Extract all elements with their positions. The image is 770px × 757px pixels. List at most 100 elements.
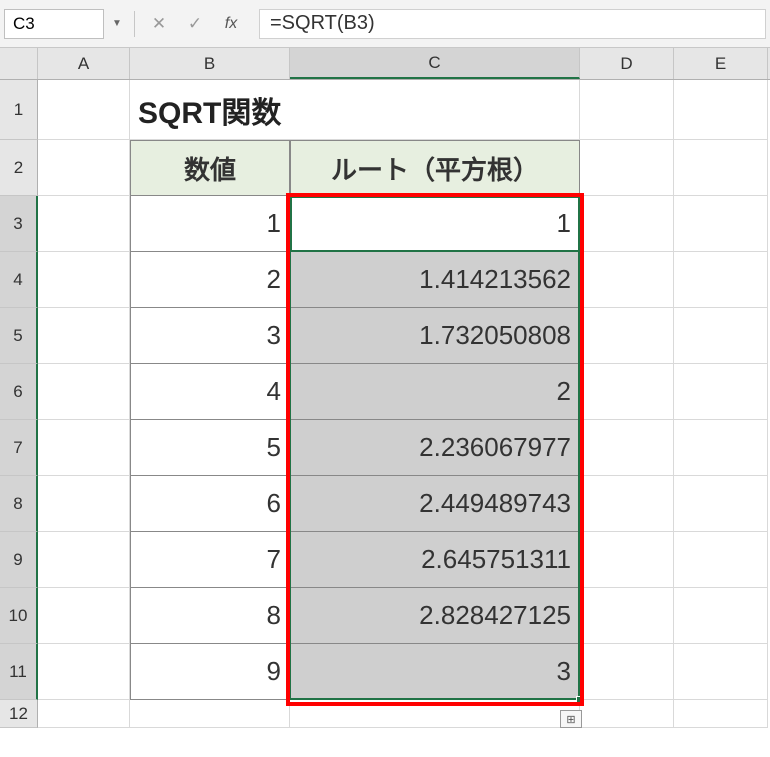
cell-b6[interactable]: 4: [130, 364, 290, 420]
cell-b12[interactable]: [130, 700, 290, 728]
confirm-icon: ✓: [179, 10, 211, 38]
row-header[interactable]: 1: [0, 80, 38, 140]
row-header[interactable]: 3: [0, 196, 38, 252]
cell-a11[interactable]: [38, 644, 130, 700]
cell-c7[interactable]: 2.236067977: [290, 420, 580, 476]
cell-c10[interactable]: 2.828427125: [290, 588, 580, 644]
col-header-d[interactable]: D: [580, 48, 674, 79]
row-header[interactable]: 12: [0, 700, 38, 728]
row-6: 6 4 2: [0, 364, 770, 420]
row-1: 1 SQRT関数: [0, 80, 770, 140]
cell-c8[interactable]: 2.449489743: [290, 476, 580, 532]
cell-a3[interactable]: [38, 196, 130, 252]
cell-a2[interactable]: [38, 140, 130, 196]
cell-e4[interactable]: [674, 252, 768, 308]
cell-a9[interactable]: [38, 532, 130, 588]
row-5: 5 3 1.732050808: [0, 308, 770, 364]
cancel-icon: ✕: [143, 10, 175, 38]
cell-c6[interactable]: 2: [290, 364, 580, 420]
cell-b2[interactable]: 数値: [130, 140, 290, 196]
cell-d7[interactable]: [580, 420, 674, 476]
row-header[interactable]: 7: [0, 420, 38, 476]
cell-e1[interactable]: [674, 80, 768, 140]
row-header[interactable]: 10: [0, 588, 38, 644]
cell-d2[interactable]: [580, 140, 674, 196]
row-header[interactable]: 6: [0, 364, 38, 420]
cell-c3[interactable]: 1: [290, 196, 580, 252]
row-3: 3 1 1: [0, 196, 770, 252]
separator: [134, 11, 135, 37]
cell-a1[interactable]: [38, 80, 130, 140]
col-header-a[interactable]: A: [38, 48, 130, 79]
row-header[interactable]: 4: [0, 252, 38, 308]
cell-c9[interactable]: 2.645751311: [290, 532, 580, 588]
cell-d8[interactable]: [580, 476, 674, 532]
col-header-c[interactable]: C: [290, 48, 580, 79]
row-header[interactable]: 9: [0, 532, 38, 588]
cell-c11[interactable]: 3: [290, 644, 580, 700]
cell-d10[interactable]: [580, 588, 674, 644]
cell-d9[interactable]: [580, 532, 674, 588]
cell-b9[interactable]: 7: [130, 532, 290, 588]
cell-e6[interactable]: [674, 364, 768, 420]
row-8: 8 6 2.449489743: [0, 476, 770, 532]
formula-text: =SQRT(B3): [270, 12, 375, 35]
row-header[interactable]: 11: [0, 644, 38, 700]
row-4: 4 2 1.414213562: [0, 252, 770, 308]
cell-d4[interactable]: [580, 252, 674, 308]
cell-e12[interactable]: [674, 700, 768, 728]
row-7: 7 5 2.236067977: [0, 420, 770, 476]
cell-e8[interactable]: [674, 476, 768, 532]
cell-e2[interactable]: [674, 140, 768, 196]
name-box[interactable]: C3: [4, 9, 104, 39]
cell-c12[interactable]: [290, 700, 580, 728]
column-headers: A B C D E: [0, 48, 770, 80]
cell-a6[interactable]: [38, 364, 130, 420]
cell-b5[interactable]: 3: [130, 308, 290, 364]
row-11: 11 9 3: [0, 644, 770, 700]
cell-d11[interactable]: [580, 644, 674, 700]
fx-icon[interactable]: fx: [215, 10, 247, 38]
cell-a7[interactable]: [38, 420, 130, 476]
name-box-value: C3: [13, 14, 35, 34]
row-header[interactable]: 8: [0, 476, 38, 532]
row-header[interactable]: 2: [0, 140, 38, 196]
cell-b8[interactable]: 6: [130, 476, 290, 532]
cell-b3[interactable]: 1: [130, 196, 290, 252]
cell-b4[interactable]: 2: [130, 252, 290, 308]
name-box-dropdown-icon[interactable]: ▼: [108, 9, 126, 39]
formula-input[interactable]: =SQRT(B3): [259, 9, 766, 39]
grid-rows: 1 SQRT関数 2 数値 ルート（平方根） 3 1 1 4 2: [0, 80, 770, 728]
cell-c1[interactable]: [290, 80, 580, 140]
cell-e3[interactable]: [674, 196, 768, 252]
col-header-e[interactable]: E: [674, 48, 768, 79]
col-header-b[interactable]: B: [130, 48, 290, 79]
cell-a12[interactable]: [38, 700, 130, 728]
autofill-options-icon[interactable]: ⊞: [560, 710, 582, 728]
cell-b10[interactable]: 8: [130, 588, 290, 644]
formula-bar: C3 ▼ ✕ ✓ fx =SQRT(B3): [0, 0, 770, 48]
cell-a5[interactable]: [38, 308, 130, 364]
cell-e11[interactable]: [674, 644, 768, 700]
cell-e7[interactable]: [674, 420, 768, 476]
cell-d5[interactable]: [580, 308, 674, 364]
select-all-corner[interactable]: [0, 48, 38, 79]
cell-e10[interactable]: [674, 588, 768, 644]
cell-b7[interactable]: 5: [130, 420, 290, 476]
cell-b11[interactable]: 9: [130, 644, 290, 700]
cell-c4[interactable]: 1.414213562: [290, 252, 580, 308]
cell-a10[interactable]: [38, 588, 130, 644]
cell-a8[interactable]: [38, 476, 130, 532]
cell-d6[interactable]: [580, 364, 674, 420]
cell-d3[interactable]: [580, 196, 674, 252]
cell-e9[interactable]: [674, 532, 768, 588]
cell-c5[interactable]: 1.732050808: [290, 308, 580, 364]
row-9: 9 7 2.645751311: [0, 532, 770, 588]
cell-a4[interactable]: [38, 252, 130, 308]
cell-b1[interactable]: SQRT関数: [130, 80, 290, 140]
cell-c2[interactable]: ルート（平方根）: [290, 140, 580, 196]
cell-d1[interactable]: [580, 80, 674, 140]
cell-d12[interactable]: [580, 700, 674, 728]
cell-e5[interactable]: [674, 308, 768, 364]
row-header[interactable]: 5: [0, 308, 38, 364]
